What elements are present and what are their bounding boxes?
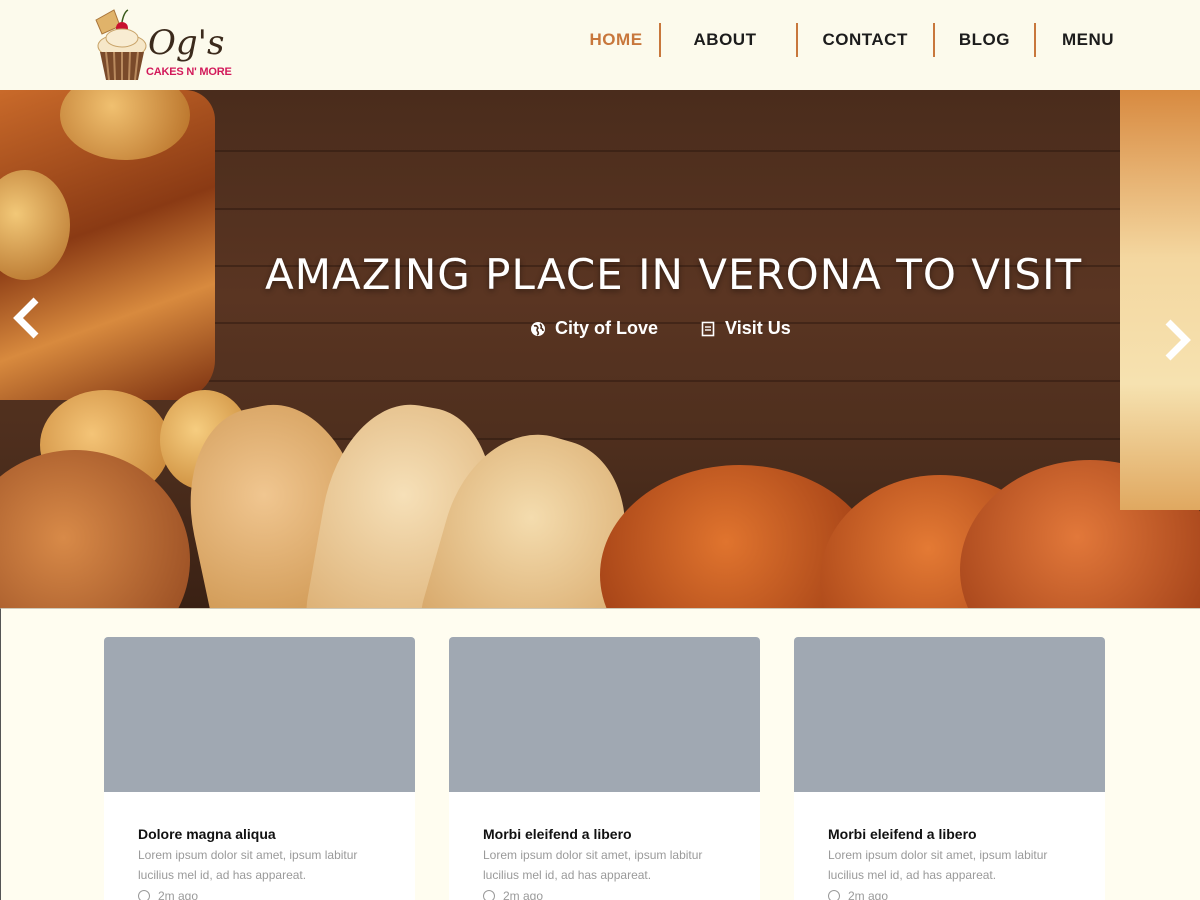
meta-location[interactable]: City of Love <box>530 318 658 339</box>
card-title[interactable]: Morbi eleifend a libero <box>828 826 977 842</box>
main-nav: HOME ABOUT CONTACT BLOG MENU <box>590 22 1114 58</box>
card-title[interactable]: Morbi eleifend a libero <box>483 826 632 842</box>
chevron-right-icon <box>1165 319 1191 361</box>
site-header: Og's CAKES N' MORE HOME ABOUT CONTACT BL… <box>0 0 1200 90</box>
card-time-label: 2m ago <box>158 889 199 900</box>
meta-location-label: City of Love <box>555 318 659 338</box>
brand-logo[interactable]: Og's CAKES N' MORE <box>92 6 232 86</box>
card-time-label: 2m ago <box>848 889 889 900</box>
clock-icon <box>483 890 495 900</box>
meta-visit-label: Visit Us <box>725 318 791 338</box>
slider-next-button[interactable] <box>1162 318 1192 370</box>
blog-card[interactable]: Morbi eleifend a libero Lorem ipsum dolo… <box>794 637 1105 900</box>
hero-slider: AMAZING PLACE IN VERONA TO VISIT City of… <box>0 90 1200 608</box>
clock-icon <box>828 890 840 900</box>
clock-icon <box>138 890 150 900</box>
card-excerpt: Lorem ipsum dolor sit amet, ipsum labitu… <box>138 848 358 882</box>
blog-cards-section: Dolore magna aliqua Lorem ipsum dolor si… <box>0 608 1200 900</box>
card-image-placeholder <box>794 637 1105 792</box>
card-excerpt: Lorem ipsum dolor sit amet, ipsum labitu… <box>483 848 703 882</box>
nav-contact[interactable]: CONTACT <box>822 30 907 50</box>
nav-home[interactable]: HOME <box>590 30 643 50</box>
card-excerpt: Lorem ipsum dolor sit amet, ipsum labitu… <box>828 848 1048 882</box>
blog-card[interactable]: Morbi eleifend a libero Lorem ipsum dolo… <box>449 637 760 900</box>
nav-divider <box>1033 23 1036 57</box>
card-time-label: 2m ago <box>503 889 544 900</box>
globe-icon <box>531 321 545 336</box>
blog-card[interactable]: Dolore magna aliqua Lorem ipsum dolor si… <box>104 637 415 900</box>
hero-title: AMAZING PLACE IN VERONA TO VISIT <box>265 250 1083 299</box>
brand-script: Og's <box>148 23 225 63</box>
nav-divider <box>658 23 661 57</box>
slider-prev-button[interactable] <box>12 296 42 348</box>
meta-visit[interactable]: Visit Us <box>700 318 791 339</box>
hero-background-image <box>0 90 1200 608</box>
nav-divider <box>932 23 935 57</box>
nav-about[interactable]: ABOUT <box>694 30 757 50</box>
card-timestamp: 2m ago <box>138 889 198 900</box>
nav-blog[interactable]: BLOG <box>959 30 1010 50</box>
card-image-placeholder <box>449 637 760 792</box>
chevron-left-icon <box>13 297 39 339</box>
card-timestamp: 2m ago <box>483 889 543 900</box>
card-image-placeholder <box>104 637 415 792</box>
cupcake-icon <box>95 9 147 81</box>
nav-menu[interactable]: MENU <box>1062 30 1114 50</box>
hero-meta: City of Love Visit Us <box>530 318 791 339</box>
brand-subtitle: CAKES N' MORE <box>146 66 232 78</box>
card-title[interactable]: Dolore magna aliqua <box>138 826 276 842</box>
card-timestamp: 2m ago <box>828 889 888 900</box>
document-icon <box>701 321 715 336</box>
nav-divider <box>796 23 799 57</box>
